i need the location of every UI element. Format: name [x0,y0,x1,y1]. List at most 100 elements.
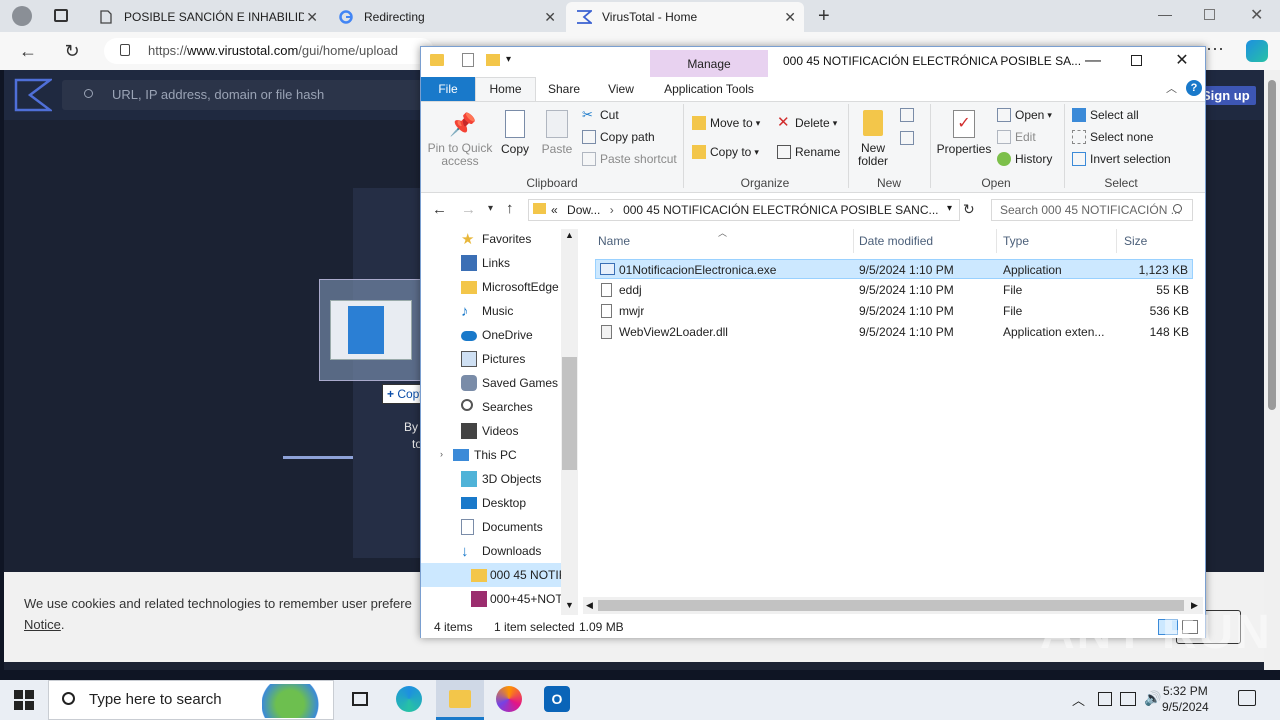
show-hidden-icons-icon[interactable]: ︿ [1072,690,1085,709]
breadcrumb[interactable]: « Dow... › 000 45 NOTIFICACIÓN ELECTRÓNI… [528,199,960,221]
minimize-icon[interactable]: — [1158,6,1172,22]
nav-item-searches[interactable]: Searches [421,395,561,419]
close-icon[interactable]: ✕ [544,9,556,26]
network-icon[interactable] [1098,692,1112,706]
scroll-left-icon[interactable]: ◀ [586,600,593,611]
move-to-button[interactable]: Move to ▾ [692,116,760,130]
refresh-icon[interactable]: ↻ [61,40,83,62]
nav-item-archive[interactable]: 000+45+NOT [421,587,561,611]
nav-item-documents[interactable]: Documents [421,515,561,539]
scroll-up-icon[interactable]: ▲ [565,230,574,240]
connection-icon[interactable] [1120,692,1136,706]
nav-item-3d-objects[interactable]: 3D Objects [421,467,561,491]
copilot-icon[interactable] [1246,40,1268,62]
windows-start-icon[interactable] [14,690,34,710]
breadcrumb-overflow[interactable]: « [551,203,558,217]
nav-item-saved-games[interactable]: Saved Games [421,371,561,395]
restore-icon[interactable] [1204,9,1215,20]
select-none-button[interactable]: Select none [1072,130,1153,144]
close-icon[interactable]: ✕ [1162,50,1202,72]
more-menu-icon[interactable]: ··· [1206,38,1224,59]
scroll-down-icon[interactable]: ▼ [565,600,574,610]
tab-virustotal[interactable]: VirusTotal - Home ✕ [566,2,804,32]
pin-quick-access-button[interactable]: 📌 Pin to Quick access [426,110,494,168]
paste-button[interactable]: Paste [540,110,574,156]
copy-path-button[interactable]: Copy path [582,130,655,144]
tab-redirecting[interactable]: Redirecting ✕ [328,2,564,32]
nav-item-links[interactable]: Links [421,251,561,275]
nav-scrollbar-thumb[interactable] [562,357,577,470]
explorer-search-input[interactable]: Search 000 45 NOTIFICACIÓN ... [991,199,1193,221]
profile-icon[interactable] [12,6,32,26]
open-button[interactable]: Open ▾ [997,108,1052,122]
copy-to-button[interactable]: Copy to ▾ [692,145,759,159]
minimize-icon[interactable]: — [1073,50,1113,72]
collapse-ribbon-icon[interactable]: ︿ [1166,80,1177,96]
close-icon[interactable]: ✕ [306,9,318,26]
easy-access-icon[interactable] [900,131,914,145]
lock-icon[interactable] [120,44,130,56]
back-icon[interactable]: ← [432,201,447,218]
task-view-icon[interactable] [346,686,374,714]
edge-icon[interactable] [396,686,424,714]
select-all-button[interactable]: Select all [1072,108,1139,122]
forward-icon[interactable]: → [461,201,476,218]
new-item-icon[interactable] [900,108,914,122]
qat-dropdown-icon[interactable]: ▾ [506,54,511,65]
delete-button[interactable]: ✕ Delete ▾ [777,115,837,130]
outlook-icon[interactable]: O [544,686,572,714]
tab-view[interactable]: View [598,77,644,101]
nav-item-microsoftedge[interactable]: MicrosoftEdge [421,275,561,299]
cookie-notice-link[interactable]: Notice [24,617,61,632]
column-header-type[interactable]: Type [1003,234,1029,248]
column-divider[interactable] [996,229,997,253]
file-explorer-taskbar-button[interactable] [436,680,484,720]
address-dropdown-icon[interactable]: ▾ [947,203,952,214]
nav-item-music[interactable]: ♪ Music [421,299,561,323]
file-row[interactable]: WebView2Loader.dll 9/5/2024 1:10 PM Appl… [595,322,1193,342]
column-header-date[interactable]: Date modified [859,234,933,248]
breadcrumb-downloads[interactable]: Dow... [567,203,600,217]
expand-this-pc-icon[interactable]: › [440,449,443,459]
copy-button[interactable]: Copy [498,110,532,156]
column-header-name[interactable]: Name [598,234,630,248]
notifications-icon[interactable] [1238,690,1256,706]
nav-item-videos[interactable]: Videos [421,419,561,443]
virustotal-search-input[interactable]: URL, IP address, domain or file hash [62,80,422,110]
tab-file[interactable]: File [421,77,475,101]
new-folder-icon[interactable] [486,54,500,66]
column-divider[interactable] [1116,229,1117,253]
nav-item-favorites[interactable]: ★ Favorites [421,227,561,251]
nav-item-onedrive[interactable]: OneDrive [421,323,561,347]
up-icon[interactable]: ↑ [506,200,514,217]
virustotal-logo-icon[interactable] [14,78,54,112]
back-icon[interactable]: ← [17,40,39,62]
column-header-size[interactable]: Size [1124,234,1147,248]
properties-button[interactable]: ✓ Properties [934,110,994,156]
new-tab-button[interactable]: + [818,5,830,28]
file-row[interactable]: mwjr 9/5/2024 1:10 PM File 536 KB [595,301,1193,321]
properties-icon[interactable] [462,53,474,67]
history-button[interactable]: History [997,152,1052,166]
nav-item-pictures[interactable]: Pictures [421,347,561,371]
system-clock[interactable]: 5:32 PM 9/5/2024 [1162,683,1209,715]
close-icon[interactable]: ✕ [1250,5,1263,25]
breadcrumb-current[interactable]: 000 45 NOTIFICACIÓN ELECTRÓNICA POSIBLE … [623,203,938,217]
close-icon[interactable]: ✕ [784,9,796,26]
file-row[interactable]: eddj 9/5/2024 1:10 PM File 55 KB [595,280,1193,300]
help-icon[interactable]: ? [1186,80,1202,96]
tab-application-tools[interactable]: Application Tools [650,77,768,101]
page-scrollbar-thumb[interactable] [1268,80,1276,410]
nav-item-desktop[interactable]: Desktop [421,491,561,515]
nav-item-current-folder[interactable]: 000 45 NOTIFI [421,563,561,587]
tab-share[interactable]: Share [540,77,588,101]
firefox-icon[interactable] [496,686,524,714]
manage-context-tab[interactable]: Manage [650,50,768,78]
refresh-icon[interactable]: ↻ [963,201,975,218]
new-folder-button[interactable]: New folder [852,110,894,168]
tab-posible-sancion[interactable]: POSIBLE SANCIÓN E INHABILIDAD ✕ [88,2,326,32]
file-row[interactable]: 01NotificacionElectronica.exe 9/5/2024 1… [595,259,1193,279]
nav-item-downloads[interactable]: ↓ Downloads [421,539,561,563]
paste-shortcut-button[interactable]: Paste shortcut [582,152,677,166]
recent-dropdown-icon[interactable]: ▾ [488,203,493,214]
